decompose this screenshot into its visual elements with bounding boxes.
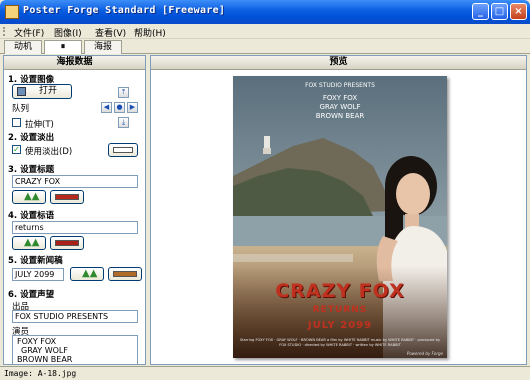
menu-help[interactable]: 帮助(H): [134, 26, 166, 39]
font-tree-icon: ▲▲: [24, 191, 40, 202]
poster-actor-text: GRAY WOLF: [319, 103, 361, 111]
fade-color-swatch: [113, 147, 133, 153]
image-file-icon: [17, 87, 26, 96]
section-credits: 6. 设置声望: [8, 290, 55, 300]
title-color-button[interactable]: [50, 190, 84, 204]
move-top-icon[interactable]: ⤒: [118, 87, 129, 98]
tab-bar: 动机 ⏸ 海报: [0, 39, 530, 54]
section-tagline: 4. 设置标语: [8, 211, 55, 221]
release-color-button[interactable]: [108, 267, 142, 281]
poster-release: JULY 2099: [307, 320, 373, 331]
section-title: 3. 设置标题: [8, 165, 55, 175]
poster-preview: FOX STUDIO PRESENTS FOXY FOX GRAY WOLF B…: [233, 76, 447, 358]
window-title: Poster Forge Standard [Freeware]: [23, 5, 226, 16]
toolbar-grip-icon: [3, 27, 5, 36]
tab-pause[interactable]: ⏸: [44, 40, 82, 54]
minimize-button[interactable]: _: [472, 3, 489, 20]
cast-textarea[interactable]: FOXY FOX GRAY WOLF BROWN BEAR: [12, 335, 138, 364]
queue-label: 队列: [12, 104, 30, 114]
preview-header: 预览: [151, 56, 526, 70]
stretch-checkbox[interactable]: [12, 118, 21, 127]
release-font-button[interactable]: ▲▲: [70, 267, 104, 281]
tagline-input[interactable]: returns: [12, 221, 138, 234]
poster-credits: Starring FOXY FOX · GRAY WOLF · BROWN BE…: [239, 338, 441, 347]
poster-actor-text: BROWN BEAR: [315, 112, 365, 120]
producer-input[interactable]: FOX STUDIO PRESENTS: [12, 310, 138, 323]
menu-view[interactable]: 查看(V): [95, 26, 126, 39]
menu-bar: 文件(F) 图像(I) 查看(V) 帮助(H): [0, 24, 530, 39]
font-tree-icon: ▲▲: [82, 268, 98, 279]
poster-studio-text: FOX STUDIO PRESENTS: [305, 82, 375, 89]
use-fade-label: 使用淡出(D): [25, 147, 73, 157]
poster-powered-text: Powered by Forge: [406, 351, 443, 356]
title-font-button[interactable]: ▲▲: [12, 190, 46, 204]
font-tree-icon: ▲▲: [24, 237, 40, 248]
section-release: 5. 设置新闻稿: [8, 256, 63, 266]
tagline-font-button[interactable]: ▲▲: [12, 236, 46, 250]
open-image-button[interactable]: 打开: [12, 84, 72, 99]
tab-motion[interactable]: 动机: [4, 40, 42, 54]
move-bottom-icon[interactable]: ⤓: [118, 117, 129, 128]
section-fade: 2. 设置淡出: [8, 133, 55, 143]
status-text: Image: A-18.jpg: [4, 369, 77, 378]
fade-color-button[interactable]: [108, 143, 138, 157]
title-color-swatch: [55, 194, 79, 200]
menu-image[interactable]: 图像(I): [54, 26, 82, 39]
title-bar: Poster Forge Standard [Freeware] _ □ ×: [0, 0, 530, 24]
cast-line: FOXY FOX: [17, 337, 57, 346]
next-icon[interactable]: ▶: [127, 102, 138, 113]
release-color-swatch: [113, 271, 137, 277]
poster-tagline: RETURNS: [312, 305, 368, 315]
stretch-label: 拉伸(T): [25, 120, 54, 130]
poster-actor-text: FOXY FOX: [322, 94, 358, 102]
preview-panel: 预览 FOX STUDIO PRESENTS FOXY FOX GRAY WOL…: [150, 55, 527, 365]
maximize-button[interactable]: □: [491, 3, 508, 20]
release-input[interactable]: JULY 2099: [12, 268, 64, 281]
poster-data-header: 海报数据: [4, 56, 145, 70]
center-icon[interactable]: ●: [114, 102, 125, 113]
poster-title: CRAZY FOX: [275, 280, 405, 302]
use-fade-checkbox[interactable]: ✓: [12, 145, 21, 154]
tagline-color-button[interactable]: [50, 236, 84, 250]
app-icon: [5, 5, 19, 19]
title-input[interactable]: CRAZY FOX: [12, 175, 138, 188]
poster-data-panel: 海报数据 1. 设置图像 打开 ⤒ 队列 ◀ ● ▶ 拉伸(T) ⤓ 2. 设置…: [3, 55, 146, 365]
cast-line: GRAY WOLF: [21, 346, 68, 355]
preview-area: FOX STUDIO PRESENTS FOXY FOX GRAY WOLF B…: [151, 70, 526, 364]
menu-file[interactable]: 文件(F): [14, 26, 44, 39]
close-button[interactable]: ×: [510, 3, 527, 20]
cast-line: BROWN BEAR: [17, 355, 73, 364]
tab-poster[interactable]: 海报: [84, 40, 122, 54]
previous-icon[interactable]: ◀: [101, 102, 112, 113]
open-button-label: 打开: [38, 86, 57, 96]
status-bar: Image: A-18.jpg: [0, 366, 530, 380]
tagline-color-swatch: [55, 240, 79, 246]
